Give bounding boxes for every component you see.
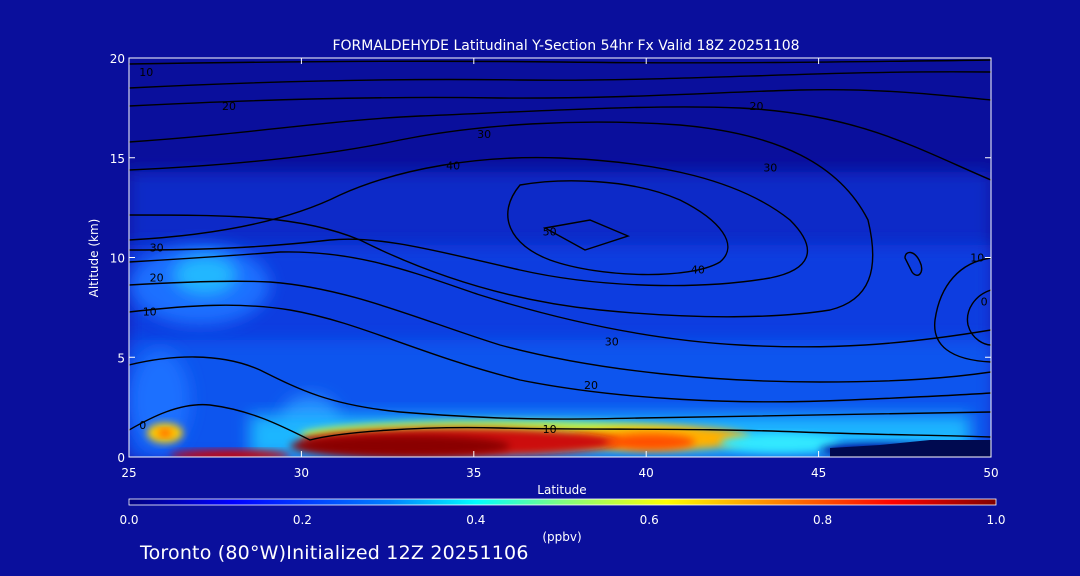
y-tick-label: 20 [110,52,125,66]
footer-location-info: Toronto (80°W)Initialized 12Z 20251106 [140,542,529,564]
x-tick-label: 25 [121,466,136,480]
colorbar-tick-label: 0.2 [293,513,312,527]
colorbar-tick-label: 0.4 [466,513,485,527]
contour-label: 20 [750,100,764,113]
contour-label: 10 [543,423,557,436]
x-tick-label: 45 [811,466,826,480]
colorbar-bar [128,498,997,506]
colorbar-tick-label: 1.0 [986,513,1005,527]
y-tick-label: 10 [110,252,125,266]
x-tick-label: 50 [983,466,998,480]
contour-label: 30 [477,128,491,141]
contour-label: 10 [143,305,157,318]
colorbar-tick-label: 0.0 [119,513,138,527]
contour-label: 40 [446,160,460,173]
chart-title: FORMALDEHYDE Latitudinal Y-Section 54hr … [332,38,799,54]
y-tick-label: 15 [110,152,125,166]
contour-label: 20 [584,379,598,392]
contour-label: 0 [139,419,146,432]
contour-label: 40 [691,263,705,276]
x-tick-label: 35 [466,466,481,480]
contour-label: 20 [222,100,236,113]
colorbar: 0.0 0.2 0.4 0.6 0.8 1.0 [119,498,1006,527]
colorbar-tick-label: 0.8 [813,513,832,527]
colorbar-label: (ppbv) [542,530,581,544]
contour-label: 10 [139,66,153,79]
colorbar-tick-label: 0.6 [640,513,659,527]
contour-label: 50 [543,226,557,239]
contour-label: 30 [605,335,619,348]
contour-label: 10 [970,252,984,265]
contour-label: 20 [150,271,164,284]
y-tick-label: 0 [117,451,125,465]
contour-label: 0 [981,295,988,308]
x-tick-label: 40 [639,466,654,480]
x-tick-label: 30 [294,466,309,480]
contour-label: 30 [763,162,777,175]
cross-section-chart: FORMALDEHYDE Latitudinal Y-Section 54hr … [87,38,1006,544]
y-tick-label: 5 [117,351,125,365]
x-axis-label: Latitude [537,483,586,497]
y-axis-label: Altitude (km) [87,219,101,298]
contour-label: 30 [150,242,164,255]
